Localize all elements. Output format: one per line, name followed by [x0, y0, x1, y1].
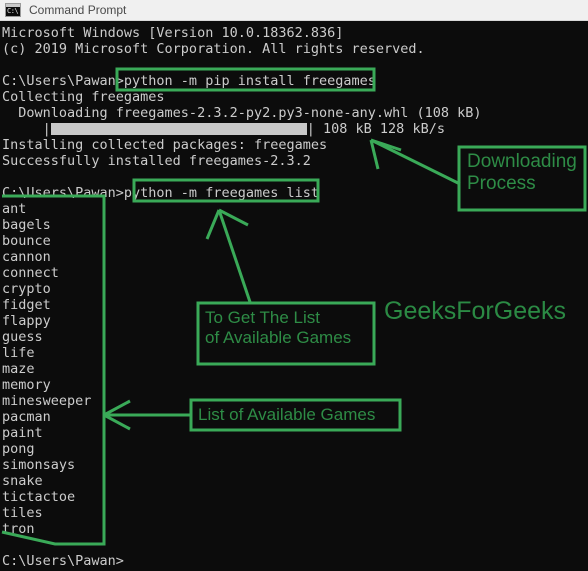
annotation-label-get-the-list: To Get The List of Available Games [205, 308, 351, 348]
console-line: fidget [2, 297, 51, 313]
console-line: ant [2, 201, 27, 217]
console-line: C:\Users\Pawan>python -m freegames list [2, 185, 319, 201]
console-line: tron [2, 521, 35, 537]
console-line: pacman [2, 409, 51, 425]
annotation-label-line: Process [467, 173, 536, 195]
annotation-label-downloading-process: Downloading Process [467, 151, 577, 196]
console-line: Installing collected packages: freegames [2, 137, 328, 153]
console-line: flappy [2, 313, 51, 329]
annotation-label-line: of Available Games [205, 328, 352, 348]
console-line: simonsays [2, 457, 76, 473]
console-line: Downloading freegames-2.3.2-py2.py3-none… [2, 105, 482, 121]
screenshot-root: C:\ Command Prompt Microsoft Windows [Ve… [0, 0, 588, 571]
console-line: C:\Users\Pawan>python -m pip install fre… [2, 73, 376, 89]
brand-watermark: GeeksForGeeks [384, 297, 567, 325]
console-line: maze [2, 361, 35, 377]
download-progress-row: | | 108 kB 128 kB/s [2, 121, 445, 137]
console-line: C:\Users\Pawan> [2, 553, 124, 569]
console-output-area[interactable]: Microsoft Windows [Version 10.0.18362.83… [0, 21, 588, 571]
console-line: snake [2, 473, 43, 489]
console-line: Successfully installed freegames-2.3.2 [2, 153, 311, 169]
annotation-label-list-of-games: List of Available Games [198, 405, 375, 425]
command-prompt-icon: C:\ [5, 3, 21, 17]
console-line: bagels [2, 217, 51, 233]
window-titlebar: C:\ Command Prompt [0, 0, 588, 21]
console-line: paint [2, 425, 43, 441]
console-line: tictactoe [2, 489, 76, 505]
download-progress-bar [50, 123, 307, 135]
console-line: guess [2, 329, 43, 345]
annotation-label-line: Downloading [467, 151, 577, 172]
progress-suffix: | 108 kB 128 kB/s [306, 121, 445, 137]
window-title: Command Prompt [29, 3, 127, 17]
console-line: life [2, 345, 35, 361]
console-line: connect [2, 265, 59, 281]
progress-prefix: | [2, 121, 51, 137]
console-line: bounce [2, 233, 51, 249]
console-line: memory [2, 377, 51, 393]
console-line: tiles [2, 505, 43, 521]
console-line: minesweeper [2, 393, 92, 409]
annotation-label-line: To Get The List [205, 308, 320, 327]
console-line: Microsoft Windows [Version 10.0.18362.83… [2, 25, 344, 41]
annotation-label-line: List of Available Games [198, 405, 376, 424]
console-line: cannon [2, 249, 51, 265]
command-prompt-icon-glyph: C:\ [7, 7, 19, 15]
console-line: crypto [2, 281, 51, 297]
console-line: Collecting freegames [2, 89, 165, 105]
console-line: (c) 2019 Microsoft Corporation. All righ… [2, 41, 425, 57]
console-line: pong [2, 441, 35, 457]
